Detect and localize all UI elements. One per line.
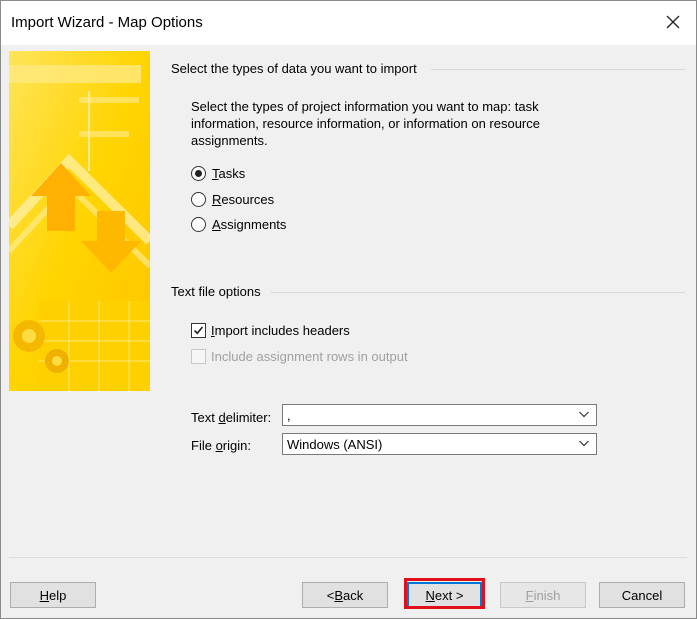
window-title: Import Wizard - Map Options	[11, 14, 203, 31]
next-button[interactable]: Next >	[407, 582, 482, 608]
wizard-banner-image	[9, 51, 150, 391]
data-types-description: Select the types of project information …	[191, 99, 540, 148]
checkbox-include-assignment-rows-label: Include assignment rows in output	[211, 349, 408, 364]
checkbox-box[interactable]	[191, 323, 206, 338]
import-wizard-window: Import Wizard - Map Options Select the t…	[0, 0, 697, 619]
chevron-down-icon	[579, 411, 589, 418]
radio-selected-dot	[195, 170, 202, 177]
close-icon[interactable]	[662, 11, 684, 33]
text-delimiter-select[interactable]: ,	[282, 404, 597, 426]
section-title-data-types: Select the types of data you want to imp…	[171, 61, 417, 76]
radio-assignments[interactable]: Assignments	[191, 217, 286, 232]
checkbox-import-headers[interactable]: Import includes headers	[191, 323, 350, 338]
radio-tasks[interactable]: Tasks	[191, 166, 245, 181]
help-button[interactable]: Help	[10, 582, 96, 608]
finish-button: Finish	[500, 582, 586, 608]
file-origin-value: Windows (ANSI)	[287, 436, 383, 452]
radio-circle[interactable]	[191, 166, 206, 181]
checkbox-import-headers-label: Import includes headers	[211, 323, 350, 338]
radio-circle[interactable]	[191, 217, 206, 232]
section-title-text-file-options: Text file options	[171, 284, 261, 299]
radio-resources[interactable]: Resources	[191, 192, 274, 207]
section-divider	[271, 292, 685, 293]
chevron-down-icon	[579, 440, 589, 447]
radio-circle[interactable]	[191, 192, 206, 207]
text-delimiter-value: ,	[287, 407, 291, 423]
footer-divider	[9, 557, 687, 558]
file-origin-label: File origin:	[191, 438, 251, 453]
title-bar: Import Wizard - Map Options	[1, 1, 696, 45]
checkbox-include-assignment-rows: Include assignment rows in output	[191, 349, 408, 364]
cancel-button[interactable]: Cancel	[599, 582, 685, 608]
section-divider	[431, 69, 685, 70]
radio-resources-label: Resources	[212, 192, 275, 207]
file-origin-select[interactable]: Windows (ANSI)	[282, 433, 597, 455]
radio-tasks-label: Tasks	[212, 166, 246, 181]
checkmark-icon	[193, 326, 204, 335]
text-delimiter-label: Text delimiter:	[191, 410, 272, 425]
back-button[interactable]: < Back	[302, 582, 388, 608]
checkbox-box	[191, 349, 206, 364]
radio-assignments-label: Assignments	[212, 217, 287, 232]
